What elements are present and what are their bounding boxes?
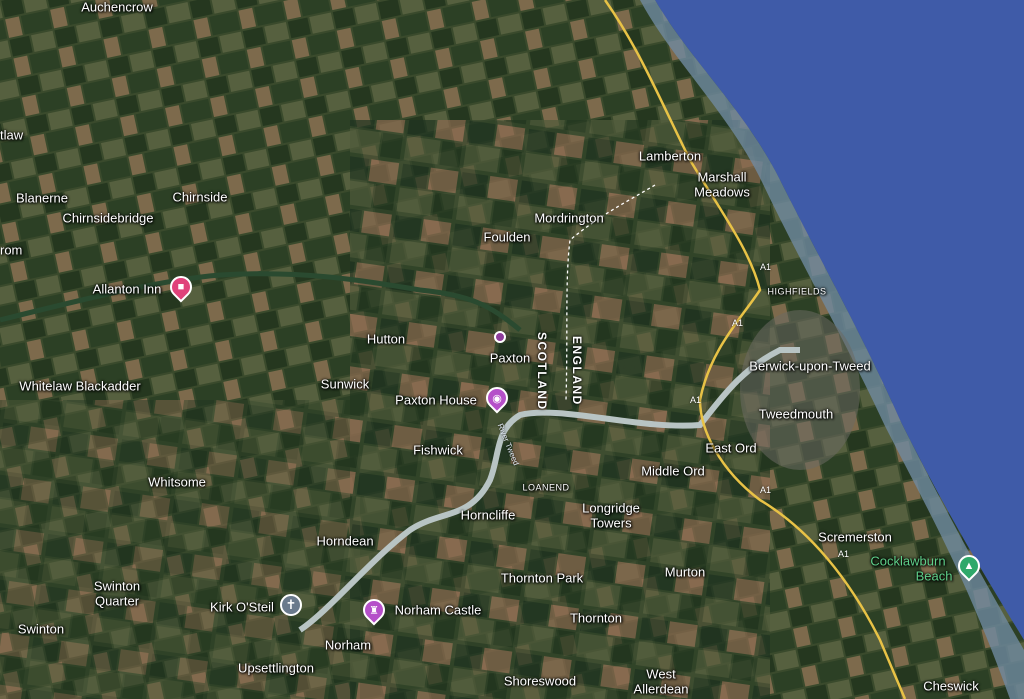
label-whitelaw-blackadder: Whitelaw Blackadder (19, 378, 141, 394)
label-lamberton: Lamberton (638, 148, 702, 164)
label-longridge-towers-2: Towers (590, 515, 632, 531)
bed-icon: ■ (177, 281, 185, 293)
label-kirk-osteil: Kirk O'Steil (210, 599, 274, 615)
label-swinton: Swinton (17, 621, 65, 637)
satellite-map[interactable]: Auchencrow tlaw Blanerne Chirnside Chirn… (0, 0, 1024, 699)
border-label-england: ENGLAND (570, 336, 584, 406)
castle-icon: ♜ (369, 604, 379, 617)
label-paxton-house: Paxton House (395, 392, 477, 408)
label-middle-ord: Middle Ord (641, 463, 705, 479)
label-berwick: Berwick-upon-Tweed (749, 358, 871, 374)
label-loanend: LOANEND (522, 482, 570, 493)
label-scremerston: Scremerston (818, 529, 892, 545)
label-hutton: Hutton (366, 331, 406, 347)
label-blanerne: Blanerne (15, 190, 69, 206)
label-cocklawburn-beach-2: Beach (915, 568, 953, 584)
place-marker-paxton[interactable] (494, 331, 506, 343)
label-highfields: HIGHFIELDS (767, 286, 827, 297)
label-upsettlington: Upsettlington (238, 660, 314, 676)
label-swinton-quarter-1: Swinton (93, 578, 141, 594)
label-swinton-quarter-2: Quarter (94, 593, 140, 609)
label-allanton-inn: Allanton Inn (92, 281, 162, 297)
label-foulden: Foulden (483, 229, 531, 245)
label-west-allerdean-1: West (646, 666, 676, 682)
label-thornton: Thornton (569, 610, 623, 626)
road-label-a1: A1 (760, 485, 772, 495)
road-label-a1: A1 (732, 318, 744, 328)
label-norham-castle: Norham Castle (394, 602, 482, 618)
beach-icon: ▲ (963, 560, 975, 572)
label-auchencrow: Auchencrow (81, 0, 153, 15)
label-chirnsidebridge: Chirnsidebridge (62, 210, 154, 226)
label-horndean: Horndean (316, 533, 374, 549)
border-label-scotland: SCOTLAND (535, 332, 549, 411)
label-norham: Norham (324, 637, 372, 653)
road-label-a1: A1 (760, 262, 772, 272)
camera-icon: ◉ (492, 392, 502, 405)
road-label-a1: A1 (690, 395, 702, 405)
label-cheswick: Cheswick (923, 678, 979, 694)
label-tlaw: tlaw (0, 127, 24, 143)
label-fishwick: Fishwick (413, 442, 463, 458)
road-label-a1: A1 (838, 549, 850, 559)
map-imagery (0, 0, 1024, 699)
label-longridge-towers-1: Longridge (582, 500, 640, 516)
label-marshall-meadows-2: Meadows (694, 184, 750, 200)
cross-icon: ✝ (285, 597, 297, 612)
label-shoreswood: Shoreswood (503, 673, 577, 689)
label-mordrington: Mordrington (534, 210, 604, 226)
label-east-ord: East Ord (705, 440, 757, 456)
label-chirnside: Chirnside (172, 189, 228, 205)
label-rom: rom (0, 242, 23, 258)
label-paxton: Paxton (489, 350, 531, 366)
label-marshall-meadows-1: Marshall (697, 169, 747, 185)
label-west-allerdean-2: Allerdean (633, 681, 689, 697)
label-thornton-park: Thornton Park (500, 570, 584, 586)
label-murton: Murton (664, 564, 706, 580)
label-whitsome: Whitsome (148, 474, 206, 490)
label-horncliffe: Horncliffe (460, 507, 516, 523)
label-sunwick: Sunwick (320, 376, 370, 392)
label-cocklawburn-beach-1: Cocklawburn (870, 553, 946, 569)
label-tweedmouth: Tweedmouth (758, 406, 834, 422)
church-marker-kirk-osteil[interactable]: ✝ (280, 594, 302, 616)
